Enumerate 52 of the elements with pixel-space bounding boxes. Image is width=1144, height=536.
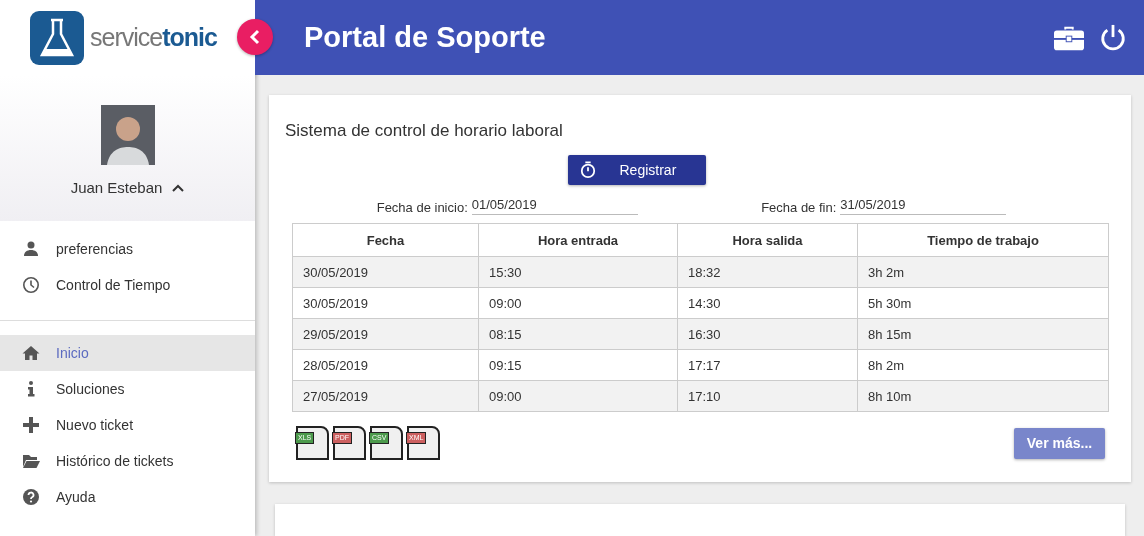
- home-icon: [22, 344, 40, 362]
- menu-item[interactable]: Control de Tiempo: [0, 267, 255, 303]
- nav-item[interactable]: Ayuda: [0, 479, 255, 515]
- field-label: Fecha de inicio:: [376, 200, 468, 215]
- table-cell: 28/05/2019: [292, 349, 479, 381]
- user-menu-toggle[interactable]: Juan Esteban: [66, 175, 189, 200]
- plus-icon: [22, 416, 40, 434]
- table-cell: 14:30: [677, 287, 858, 319]
- table-cell: 17:17: [677, 349, 858, 381]
- logo-wordmark: servicetonic: [90, 23, 217, 52]
- table-cell: 8h 15m: [857, 318, 1109, 350]
- field-label: Fecha de fin:: [761, 200, 837, 215]
- table-cell: 15:30: [478, 256, 678, 288]
- column-header: Tiempo de trabajo: [857, 223, 1109, 257]
- table-cell: 30/05/2019: [292, 256, 479, 288]
- table-cell: 18:32: [677, 256, 858, 288]
- table-cell: 09:15: [478, 349, 678, 381]
- page-title: Portal de Soporte: [304, 21, 547, 54]
- date-field[interactable]: 31/05/2019: [840, 197, 1007, 215]
- chevron-left-icon: [249, 29, 261, 45]
- stopwatch-icon: [579, 161, 596, 179]
- person-icon: [22, 240, 40, 258]
- table-cell: 09:00: [478, 380, 678, 412]
- help-icon: [22, 488, 40, 506]
- flask-logo-icon: [30, 10, 84, 65]
- nav-item[interactable]: Soluciones: [0, 371, 255, 407]
- collapse-button[interactable]: [237, 19, 273, 55]
- card-title: Sistema de control de horario laboral: [285, 121, 564, 141]
- table-cell: 16:30: [677, 318, 858, 350]
- column-header: Hora salida: [677, 223, 858, 257]
- table-cell: 8h 10m: [857, 380, 1109, 412]
- table-cell: 27/05/2019: [292, 380, 479, 412]
- clock-icon: [22, 276, 40, 294]
- nav-item[interactable]: Histórico de tickets: [0, 443, 255, 479]
- folder-icon: [22, 452, 40, 470]
- nav-item[interactable]: Nuevo ticket: [0, 407, 255, 443]
- table-cell: 09:00: [478, 287, 678, 319]
- table-cell: 5h 30m: [857, 287, 1109, 319]
- table-cell: 30/05/2019: [292, 287, 479, 319]
- table-cell: 17:10: [677, 380, 858, 412]
- power-icon[interactable]: [1098, 23, 1128, 52]
- column-header: Fecha: [292, 223, 479, 257]
- table-cell: 08:15: [478, 318, 678, 350]
- date-field[interactable]: 01/05/2019: [471, 197, 638, 215]
- nav-item[interactable]: Inicio: [0, 335, 255, 371]
- register-button[interactable]: Registrar: [567, 155, 706, 185]
- menu-item[interactable]: preferencias: [0, 231, 255, 267]
- column-header: Hora entrada: [478, 223, 678, 257]
- avatar-icon: [100, 105, 155, 165]
- table-cell: 29/05/2019: [292, 318, 479, 350]
- table-cell: 3h 2m: [857, 256, 1109, 288]
- table-cell: 8h 2m: [857, 349, 1109, 381]
